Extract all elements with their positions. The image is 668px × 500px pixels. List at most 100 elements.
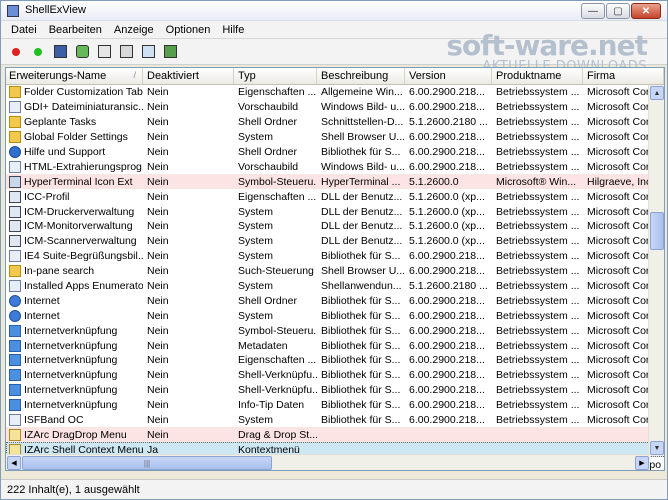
table-row[interactable]: Internetverknüpfung Nein Symbol-Steueru...… — [6, 323, 664, 338]
horizontal-scrollbar[interactable]: ◀ ||| ▶ — [6, 454, 650, 470]
cell-ver: 6.00.2900.218... — [409, 399, 485, 412]
menu-hilfe[interactable]: Hilfe — [216, 24, 250, 36]
app-icon — [7, 5, 19, 17]
app-icon — [9, 175, 21, 188]
table-row[interactable]: GDI+ Dateiminiaturansic... Nein Vorschaubi… — [6, 100, 664, 115]
table-row[interactable]: Internet Nein Shell Ordner Bibliothek für S… — [6, 293, 664, 308]
menu-optionen[interactable]: Optionen — [160, 24, 217, 36]
cell-ver: 5.1.2600.0 (xp... — [409, 190, 485, 203]
table-row[interactable]: Hilfe und Support Nein Shell Ordner Bibliot… — [6, 145, 664, 160]
menu-bearbeiten[interactable]: Bearbeiten — [43, 24, 108, 36]
cell-ver: 5.1.2600.0 (xp... — [409, 205, 485, 218]
menu-anzeige[interactable]: Anzeige — [108, 24, 160, 36]
cell-deact: Nein — [147, 86, 169, 99]
cell-name-text: ISFBand OC — [24, 414, 84, 427]
refresh-button[interactable] — [73, 43, 91, 61]
column-header-version[interactable]: Version — [405, 68, 492, 84]
table-row[interactable]: ICC-Profil Nein Eigenschaften ... DLL der B… — [6, 189, 664, 204]
table-row[interactable]: IZArc DragDrop Menu Nein Drag & Drop St... — [6, 427, 664, 443]
cell-name-text: Internetverknüpfung — [24, 399, 118, 412]
minimize-button[interactable]: — — [581, 3, 605, 19]
table-row[interactable]: Internetverknüpfung Nein Metadaten Biblioth… — [6, 338, 664, 353]
column-header-name[interactable]: Erweiterungs-Name / — [6, 68, 143, 84]
folder-icon — [9, 131, 21, 144]
vertical-scroll-thumb[interactable] — [650, 212, 664, 250]
cell-name: Global Folder Settings — [6, 130, 143, 144]
maximize-button[interactable]: ▢ — [606, 3, 630, 19]
table-row[interactable]: ISFBand OC Nein System Bibliothek für S... 6… — [6, 413, 664, 428]
extension-list[interactable]: Erweiterungs-Name / Deaktiviert Typ Besch… — [5, 67, 665, 471]
table-row[interactable]: HyperTerminal Icon Ext Nein Symbol-Steueru… — [6, 174, 664, 190]
cell-ver: 6.00.2900.218... — [409, 101, 485, 114]
table-row[interactable]: Installed Apps Enumerator Nein System Shell… — [6, 279, 664, 294]
scroll-up-icon[interactable]: ▲ — [650, 86, 664, 100]
cell-deact: Nein — [147, 220, 169, 233]
cell-deact: Nein — [147, 101, 169, 114]
cell-desc: Windows Bild- u... — [321, 101, 405, 114]
chart-icon — [9, 235, 21, 248]
cell-prod: Betriebssystem ... — [496, 131, 580, 144]
enable-button[interactable] — [29, 43, 47, 61]
cell-name: ICM-Monitorverwaltung — [6, 219, 143, 233]
cell-desc: Bibliothek für S... — [321, 369, 401, 382]
table-row[interactable]: ICM-Monitorverwaltung Nein System DLL der B… — [6, 219, 664, 234]
table-row[interactable]: ICM-Scannerverwaltung Nein System DLL der B… — [6, 234, 664, 249]
properties-button[interactable] — [117, 43, 135, 61]
status-bar: 222 Inhalt(e), 1 ausgewählt — [1, 479, 667, 499]
column-header-deaktiviert[interactable]: Deaktiviert — [143, 68, 234, 84]
column-header-firma[interactable]: Firma — [583, 68, 664, 84]
menu-datei[interactable]: Datei — [5, 24, 43, 36]
cell-name: Internetverknüpfung — [6, 339, 143, 353]
cell-desc: Bibliothek für S... — [321, 146, 401, 158]
cell-typ: Drag & Drop St... — [238, 428, 317, 441]
table-row[interactable]: IE4 Suite-Begrüßungsbil... Nein System Bibl… — [6, 249, 664, 264]
table-row[interactable]: Internetverknüpfung Nein Shell-Verknüpfu..… — [6, 383, 664, 398]
cell-name: IZArc DragDrop Menu — [6, 428, 143, 442]
table-row[interactable]: Global Folder Settings Nein System Shell Br… — [6, 130, 664, 145]
cell-name-text: IE4 Suite-Begrüßungsbil... — [24, 250, 143, 263]
cell-name-text: ICM-Druckerverwaltung — [24, 205, 135, 218]
table-row[interactable]: ICM-Druckerverwaltung Nein System DLL der B… — [6, 204, 664, 219]
cell-deact: Nein — [147, 369, 169, 382]
doc-icon — [9, 250, 21, 263]
column-header-typ[interactable]: Typ — [234, 68, 317, 84]
table-row[interactable]: Folder Customization Tab Nein Eigenschafte… — [6, 85, 664, 100]
cell-deact: Nein — [147, 324, 169, 337]
cell-name-text: Global Folder Settings — [24, 131, 128, 144]
cell-typ: Eigenschaften ... — [238, 354, 317, 367]
table-row[interactable]: Internetverknüpfung Nein Eigenschaften ...… — [6, 353, 664, 368]
table-row[interactable]: Internetverknüpfung Nein Shell-Verknüpfu..… — [6, 368, 664, 383]
cell-ver: 6.00.2900.218... — [409, 146, 485, 158]
table-row[interactable]: HTML-Extrahierungsprog... Nein Vorschaubil… — [6, 159, 664, 174]
cell-desc: Bibliothek für S... — [321, 309, 401, 322]
copy-button[interactable] — [95, 43, 113, 61]
scroll-right-icon[interactable]: ▶ — [635, 456, 649, 470]
cell-typ: System — [238, 280, 274, 293]
table-row[interactable]: In-pane search Nein Such-Steuerung Shell Br… — [6, 264, 664, 279]
doc-icon — [9, 160, 21, 173]
column-header-name-label: Erweiterungs-Name — [9, 70, 107, 82]
window-title: ShellExView — [25, 4, 86, 16]
column-header-produktname[interactable]: Produktname — [492, 68, 583, 84]
scroll-down-icon[interactable]: ▼ — [650, 441, 664, 455]
disable-button[interactable] — [7, 43, 25, 61]
vertical-scrollbar[interactable]: ▲ ▼ — [648, 85, 664, 456]
scroll-left-icon[interactable]: ◀ — [7, 456, 21, 470]
save-icon — [53, 45, 67, 58]
cell-typ: Shell-Verknüpfu... — [238, 384, 317, 397]
cell-prod: Betriebssystem ... — [496, 414, 580, 427]
table-row[interactable]: Internet Nein System Bibliothek für S... 6.0… — [6, 308, 664, 323]
exit-button[interactable] — [161, 43, 179, 61]
close-button[interactable]: ✕ — [631, 3, 661, 19]
cell-desc: Shell Browser U... — [321, 131, 405, 144]
cell-name: Installed Apps Enumerator — [6, 279, 143, 293]
horizontal-scroll-thumb[interactable]: ||| — [22, 456, 272, 470]
cell-name: Geplante Tasks — [6, 115, 143, 129]
save-button[interactable] — [51, 43, 69, 61]
table-row[interactable]: Geplante Tasks Nein Shell Ordner Schnittste… — [6, 115, 664, 130]
green-dot-icon — [34, 47, 42, 56]
table-row[interactable]: Internetverknüpfung Nein Info-Tip Daten Bib… — [6, 398, 664, 413]
column-header-beschreibung[interactable]: Beschreibung — [317, 68, 405, 84]
chart-icon — [9, 190, 21, 203]
find-button[interactable] — [139, 43, 157, 61]
